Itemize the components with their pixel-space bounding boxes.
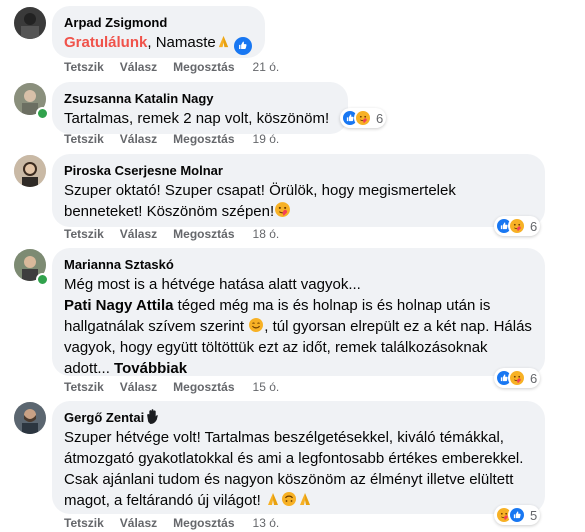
highlight-word: Gratulálunk: [64, 34, 148, 51]
comment-bubble: Zsuzsanna Katalin Nagy Tartalmas, remek …: [52, 82, 348, 134]
reaction-summary[interactable]: 6: [494, 216, 541, 236]
avatar[interactable]: [14, 7, 46, 39]
avatar[interactable]: [14, 155, 46, 187]
smile-emoji-icon: [249, 318, 264, 332]
comment-text: Szuper hétvége volt! Tartalmas beszélget…: [64, 429, 524, 509]
reply-action[interactable]: Válasz: [120, 60, 157, 74]
comment-actions: Tetszik Válasz Megosztás 15 ó.: [64, 380, 295, 394]
comment-actions: Tetszik Válasz Megosztás 19 ó.: [64, 132, 295, 146]
comment-author[interactable]: Gergő Zentai: [64, 409, 533, 426]
comment-bubble: Arpad Zsigmond Gratulálunk, Namaste: [52, 6, 265, 58]
avatar[interactable]: [14, 402, 46, 434]
online-indicator: [36, 273, 49, 286]
like-action[interactable]: Tetszik: [64, 60, 104, 74]
care-icon: [508, 217, 526, 235]
waving-hand-icon: [147, 409, 158, 424]
comment-author[interactable]: Arpad Zsigmond: [64, 14, 253, 31]
like-action[interactable]: Tetszik: [64, 380, 104, 394]
reply-action[interactable]: Válasz: [120, 132, 157, 146]
mentioned-user-link[interactable]: Pati Nagy Attila: [64, 297, 173, 314]
care-icon: [354, 109, 372, 127]
pray-icon: [297, 491, 313, 507]
pray-icon: [265, 491, 281, 507]
online-indicator: [36, 107, 49, 120]
reaction-summary[interactable]: 6: [340, 108, 387, 128]
comment-text: Tartalmas, remek 2 nap volt, köszönöm!: [64, 110, 330, 127]
timestamp[interactable]: 21 ó.: [253, 60, 280, 74]
reaction-summary[interactable]: 6: [494, 368, 541, 388]
comment-text: Gratulálunk, Namaste: [64, 32, 253, 55]
timestamp[interactable]: 15 ó.: [253, 380, 280, 394]
share-action[interactable]: Megosztás: [173, 60, 234, 74]
share-action[interactable]: Megosztás: [173, 516, 234, 530]
reaction-summary[interactable]: 5: [494, 505, 541, 525]
reply-action[interactable]: Válasz: [120, 516, 157, 530]
comment-actions: Tetszik Válasz Megosztás 13 ó.: [64, 516, 295, 530]
timestamp[interactable]: 18 ó.: [253, 227, 280, 241]
comment-author[interactable]: Piroska Cserjesne Molnar: [64, 162, 533, 179]
like-action[interactable]: Tetszik: [64, 227, 104, 241]
comment-bubble: Gergő Zentai Szuper hétvége volt! Tartal…: [52, 401, 545, 514]
reply-action[interactable]: Válasz: [120, 380, 157, 394]
reaction-count: 6: [530, 370, 538, 386]
like-action[interactable]: Tetszik: [64, 516, 104, 530]
hug-emoji-icon: [274, 201, 291, 218]
comment-actions: Tetszik Válasz Megosztás 21 ó.: [64, 60, 295, 74]
comment-author[interactable]: Zsuzsanna Katalin Nagy: [64, 90, 336, 107]
like-action[interactable]: Tetszik: [64, 132, 104, 146]
reaction-count: 5: [530, 507, 538, 523]
comment-text: Még most is a hétvége hatása alatt vagyo…: [64, 276, 532, 377]
see-more-link[interactable]: Továbbiak: [114, 360, 187, 377]
reaction-count: 6: [376, 110, 384, 126]
pray-icon: [216, 34, 231, 49]
share-action[interactable]: Megosztás: [173, 227, 234, 241]
timestamp[interactable]: 13 ó.: [253, 516, 280, 530]
like-reaction-icon[interactable]: [233, 36, 252, 55]
like-icon: [508, 506, 526, 524]
upside-down-face-icon: [281, 492, 296, 506]
share-action[interactable]: Megosztás: [173, 132, 234, 146]
timestamp[interactable]: 19 ó.: [253, 132, 280, 146]
comment-text: Szuper oktató! Szuper csapat! Örülök, ho…: [64, 182, 456, 220]
comment-actions: Tetszik Válasz Megosztás 18 ó.: [64, 227, 295, 241]
share-action[interactable]: Megosztás: [173, 380, 234, 394]
reply-action[interactable]: Válasz: [120, 227, 157, 241]
reaction-count: 6: [530, 218, 538, 234]
comment-author[interactable]: Marianna Sztaskó: [64, 256, 533, 273]
comment-bubble: Marianna Sztaskó Még most is a hétvége h…: [52, 248, 545, 377]
care-icon: [508, 369, 526, 387]
comment-bubble: Piroska Cserjesne Molnar Szuper oktató! …: [52, 154, 545, 227]
